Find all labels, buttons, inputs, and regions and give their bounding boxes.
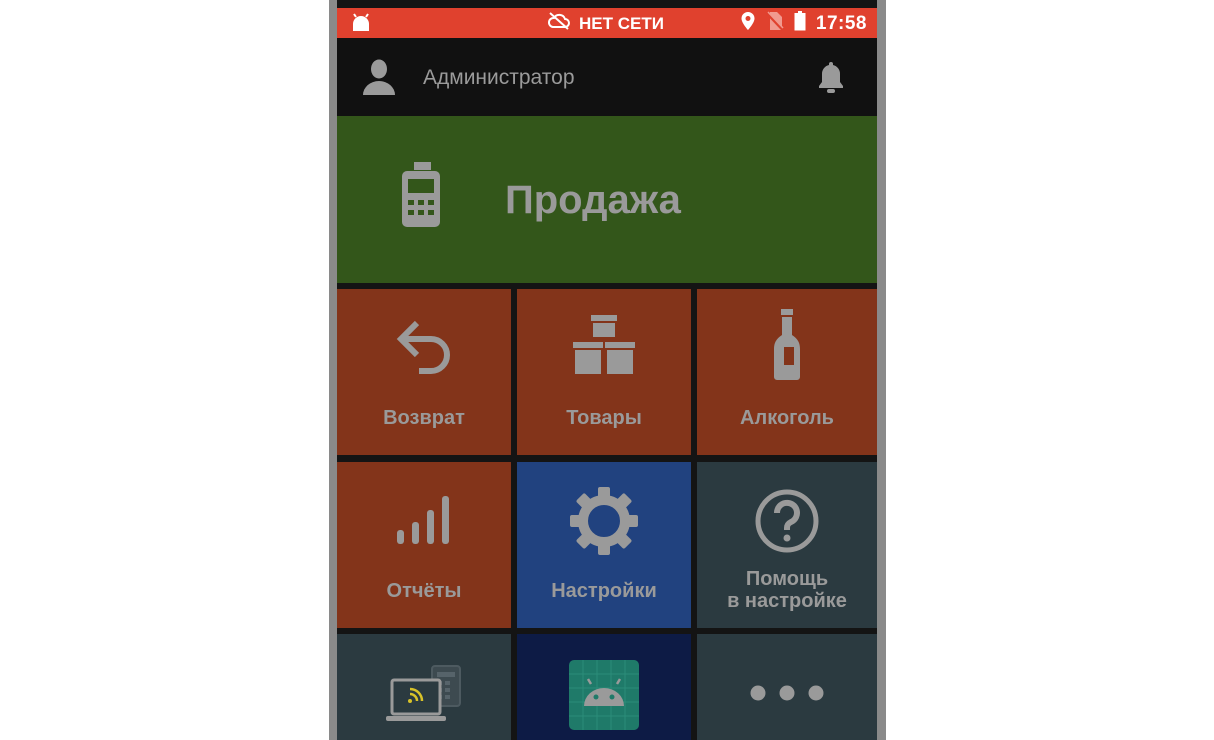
goods-label: Товары <box>566 407 642 429</box>
network-status-text: НЕТ СЕТИ <box>579 13 664 33</box>
help-tile[interactable]: Помощь в настройке <box>697 462 877 628</box>
android-apps-tile[interactable] <box>517 634 691 740</box>
help-icon-wrap <box>697 488 877 559</box>
status-right: 17:58 <box>740 11 867 36</box>
more-dots-icon <box>749 684 825 707</box>
clock: 17:58 <box>815 12 867 34</box>
devices-icon-wrap <box>337 664 511 729</box>
bottle-icon <box>772 309 802 386</box>
no-sim-icon <box>765 11 784 36</box>
more-tile[interactable] <box>697 634 877 740</box>
return-tile[interactable]: Возврат <box>337 289 511 455</box>
return-icon-wrap <box>337 319 511 380</box>
undo-arrow-icon <box>395 319 453 380</box>
settings-label: Настройки <box>551 580 657 602</box>
user-icon[interactable] <box>362 58 396 101</box>
signal-bars-icon <box>397 496 451 549</box>
network-status: НЕТ СЕТИ <box>547 12 664 35</box>
location-icon <box>740 11 756 36</box>
question-circle-icon <box>754 488 820 559</box>
alcohol-icon-wrap <box>697 309 877 386</box>
bell-icon[interactable] <box>817 60 845 99</box>
reports-icon-wrap <box>337 496 511 549</box>
android-icon <box>351 13 371 38</box>
alcohol-tile[interactable]: Алкоголь <box>697 289 877 455</box>
settings-icon-wrap <box>517 486 691 561</box>
boxes-icon <box>573 315 635 382</box>
laptop-terminal-icon <box>384 664 464 729</box>
sale-tile[interactable]: Продажа <box>337 116 877 283</box>
goods-tile[interactable]: Товары <box>517 289 691 455</box>
reports-tile[interactable]: Отчёты <box>337 462 511 628</box>
help-label-line1: Помощь <box>745 568 829 590</box>
reports-label: Отчёты <box>386 580 462 602</box>
help-label-line2: в настройке <box>727 590 847 612</box>
goods-icon-wrap <box>517 315 691 382</box>
app-bar: Администратор <box>337 38 877 116</box>
android-apps-icon-wrap <box>517 660 691 735</box>
status-bar: НЕТ СЕТИ 17:58 <box>337 8 877 38</box>
user-name[interactable]: Администратор <box>423 66 575 90</box>
cash-register-icon <box>399 162 443 233</box>
screen: НЕТ СЕТИ 17:58 Администратор Продажа Воз… <box>337 0 877 740</box>
android-app-icon <box>569 660 639 735</box>
return-label: Возврат <box>383 407 465 429</box>
gear-icon <box>569 486 639 561</box>
settings-tile[interactable]: Настройки <box>517 462 691 628</box>
devices-tile[interactable] <box>337 634 511 740</box>
sale-label: Продажа <box>505 178 681 222</box>
cloud-off-icon <box>547 12 571 35</box>
more-icon-wrap <box>697 684 877 707</box>
battery-icon <box>794 11 806 36</box>
alcohol-label: Алкоголь <box>740 407 834 429</box>
